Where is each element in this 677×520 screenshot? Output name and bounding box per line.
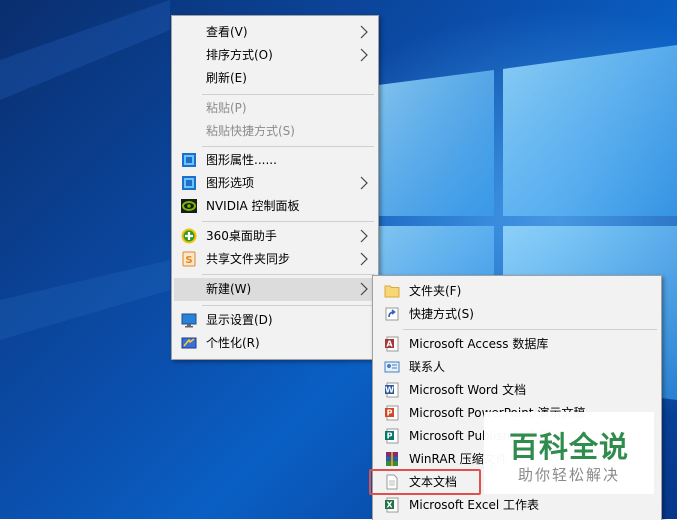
- sync-s-icon: S: [181, 251, 197, 267]
- menu-item-graphics-options[interactable]: 图形选项: [174, 172, 376, 194]
- 360-icon: [181, 228, 197, 244]
- menu-item-360-desktop[interactable]: 360桌面助手: [174, 225, 376, 247]
- chevron-right-icon: [360, 176, 368, 190]
- menu-item-paste[interactable]: 粘贴(P): [174, 97, 376, 119]
- svg-text:S: S: [185, 255, 192, 266]
- shortcut-icon: [384, 306, 400, 322]
- folder-icon: [384, 283, 400, 299]
- menu-item-refresh[interactable]: 刷新(E): [174, 67, 376, 89]
- nvidia-icon: [181, 198, 197, 214]
- publisher-icon: P: [384, 428, 400, 444]
- word-icon: W: [384, 382, 400, 398]
- desktop-context-menu: 查看(V) 排序方式(O) 刷新(E) 粘贴(P) 粘贴快捷方式(S) 图形属性…: [171, 15, 379, 360]
- menu-separator: [202, 221, 374, 222]
- intel-graphics-icon: [181, 152, 197, 168]
- new-access-database-item[interactable]: A Microsoft Access 数据库: [375, 333, 659, 355]
- watermark-subtitle: 助你轻松解决: [517, 466, 620, 484]
- menu-item-graphics-properties[interactable]: 图形属性......: [174, 149, 376, 171]
- menu-item-paste-shortcut[interactable]: 粘贴快捷方式(S): [174, 120, 376, 142]
- intel-graphics-icon: [181, 175, 197, 191]
- svg-text:P: P: [387, 409, 393, 418]
- menu-item-shared-folder-sync[interactable]: S 共享文件夹同步: [174, 248, 376, 270]
- new-excel-worksheet-item[interactable]: X Microsoft Excel 工作表: [375, 494, 659, 516]
- watermark-logo: 百科全说 助你轻松解决: [484, 412, 654, 494]
- menu-item-sort-by[interactable]: 排序方式(O): [174, 44, 376, 66]
- chevron-right-icon: [360, 282, 368, 296]
- svg-text:P: P: [387, 432, 393, 441]
- menu-item-nvidia-control-panel[interactable]: NVIDIA 控制面板: [174, 195, 376, 217]
- powerpoint-icon: P: [384, 405, 400, 421]
- menu-item-view[interactable]: 查看(V): [174, 21, 376, 43]
- chevron-right-icon: [360, 48, 368, 62]
- menu-separator: [403, 329, 657, 330]
- chevron-right-icon: [360, 25, 368, 39]
- menu-separator: [202, 274, 374, 275]
- menu-separator: [202, 146, 374, 147]
- new-contact-item[interactable]: 联系人: [375, 356, 659, 378]
- chevron-right-icon: [360, 229, 368, 243]
- menu-item-personalize[interactable]: 个性化(R): [174, 332, 376, 354]
- winrar-icon: [384, 451, 400, 467]
- svg-text:A: A: [386, 340, 393, 349]
- new-folder-item[interactable]: 文件夹(F): [375, 280, 659, 302]
- menu-item-display-settings[interactable]: 显示设置(D): [174, 309, 376, 331]
- menu-item-new[interactable]: 新建(W): [174, 278, 376, 301]
- menu-separator: [202, 305, 374, 306]
- svg-text:X: X: [386, 501, 393, 510]
- excel-icon: X: [384, 497, 400, 513]
- access-icon: A: [384, 336, 400, 352]
- menu-separator: [202, 94, 374, 95]
- new-shortcut-item[interactable]: 快捷方式(S): [375, 303, 659, 325]
- text-document-highlight-box: [369, 469, 481, 495]
- contact-icon: [384, 359, 400, 375]
- personalize-icon: [181, 335, 197, 351]
- svg-text:W: W: [385, 386, 394, 395]
- watermark-title: 百科全说: [508, 430, 629, 464]
- display-icon: [181, 312, 197, 328]
- chevron-right-icon: [360, 252, 368, 266]
- new-word-document-item[interactable]: W Microsoft Word 文档: [375, 379, 659, 401]
